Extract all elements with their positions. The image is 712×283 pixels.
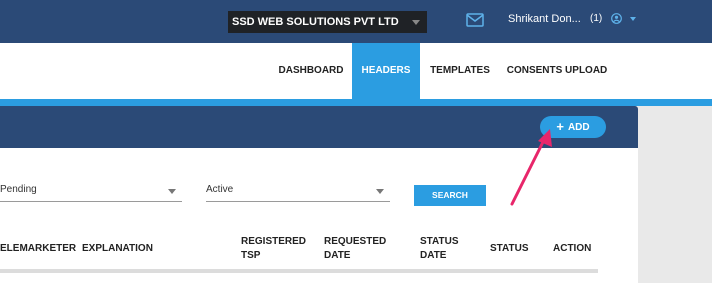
table-header-divider <box>0 269 598 273</box>
column-header-requested-date[interactable]: REQUESTED DATE <box>324 235 386 263</box>
state-filter-select[interactable]: Active <box>206 184 390 202</box>
notification-count[interactable]: (1) <box>590 13 602 24</box>
state-filter-value: Active <box>206 184 234 195</box>
main-nav: DASHBOARD HEADERS TEMPLATES CONSENTS UPL… <box>0 43 712 99</box>
column-header-line: ACTION <box>553 243 592 254</box>
annotation-arrow-icon <box>510 129 552 206</box>
column-header-telemarketer[interactable]: ELEMARKETER <box>0 242 76 256</box>
add-button-label: ADD <box>567 122 590 133</box>
column-header-status[interactable]: STATUS <box>490 242 529 256</box>
column-header-registered-tsp[interactable]: REGISTERED TSP <box>241 235 306 263</box>
top-bar: SSD WEB SOLUTIONS PVT LTD Shrikant Don..… <box>0 0 712 43</box>
column-header-explanation[interactable]: EXPLANATION <box>82 242 153 256</box>
column-header-line: STATUS <box>490 243 529 254</box>
column-header-line: REGISTERED <box>241 236 307 247</box>
status-filter-value: Pending <box>0 184 37 195</box>
chevron-down-icon <box>376 189 384 194</box>
column-header-line: EXPLANATION <box>82 243 153 254</box>
column-header-line: DATE <box>324 250 351 261</box>
column-header-line: REQUESTED <box>324 236 387 247</box>
company-select-value: SSD WEB SOLUTIONS PVT LTD <box>232 16 399 28</box>
chevron-down-icon <box>168 189 176 194</box>
column-header-line: ELEMARKETER <box>0 243 77 254</box>
column-header-line: STATUS <box>420 236 459 247</box>
column-header-action[interactable]: ACTION <box>553 242 591 256</box>
nav-headers[interactable]: HEADERS <box>352 43 420 99</box>
column-header-line: DATE <box>420 250 447 261</box>
user-circle-icon[interactable] <box>611 13 622 24</box>
nav-consents-upload[interactable]: CONSENTS UPLOAD <box>504 43 610 99</box>
plus-icon: + <box>556 119 564 134</box>
status-filter-select[interactable]: Pending <box>0 184 182 202</box>
user-menu-chevron-icon[interactable] <box>630 17 636 21</box>
mail-icon[interactable] <box>466 13 484 27</box>
user-name[interactable]: Shrikant Don... <box>508 13 581 25</box>
nav-accent-strip <box>0 99 712 106</box>
nav-dashboard[interactable]: DASHBOARD <box>274 43 348 99</box>
column-header-line: TSP <box>241 250 261 261</box>
search-button[interactable]: SEARCH <box>414 185 486 206</box>
column-header-status-date[interactable]: STATUS DATE <box>420 235 459 263</box>
nav-templates[interactable]: TEMPLATES <box>424 43 496 99</box>
company-select[interactable]: SSD WEB SOLUTIONS PVT LTD <box>228 11 427 33</box>
chevron-down-icon <box>412 20 420 25</box>
side-gutter <box>638 106 712 283</box>
